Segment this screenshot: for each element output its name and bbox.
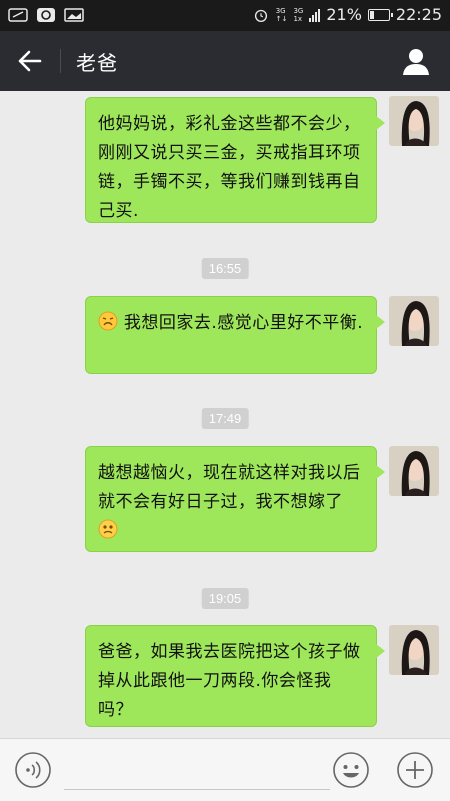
chat-title: 老爸	[76, 51, 118, 75]
back-arrow-icon[interactable]	[14, 45, 48, 77]
message-bubble-1[interactable]: 他妈妈说，彩礼金这些都不会少，刚刚又说只买三金，买戒指耳环项链，手镯不买，等我们…	[85, 97, 385, 223]
message-text-3: 越想越恼火，现在就这样对我以后就不会有好日子过，我不想嫁了	[98, 463, 361, 512]
battery-icon	[367, 8, 393, 21]
alarm-icon	[254, 9, 267, 22]
sender-avatar-4[interactable]	[389, 625, 439, 675]
image-notification-icon	[64, 8, 84, 22]
message-text-1: 他妈妈说，彩礼金这些都不会少，刚刚又说只买三金，买戒指耳环项链，手镯不买，等我们…	[98, 114, 361, 221]
emoji-picker-icon[interactable]	[332, 751, 370, 789]
clock: 22:25	[395, 5, 442, 24]
network-indicator-1: 3G ↑↓	[275, 6, 288, 23]
link-notification-icon	[8, 8, 28, 22]
message-bubble-4[interactable]: 爸爸，如果我去医院把这个孩子做掉从此跟他一刀两段.你会怪我吗？	[85, 625, 385, 727]
timestamp-1: 16:55	[201, 258, 249, 279]
network-indicator-2: 3G 1x	[293, 6, 304, 23]
message-input-bar	[0, 738, 450, 801]
message-text-4: 爸爸，如果我去医院把这个孩子做掉从此跟他一刀两段.你会怪我吗？	[98, 642, 361, 720]
battery-percent: 21%	[326, 5, 362, 24]
signal-icon	[309, 8, 321, 22]
status-bar: 3G ↑↓ 3G 1x 21% 22:25	[0, 0, 450, 31]
header-divider	[60, 49, 61, 73]
timestamp-2: 17:49	[201, 408, 249, 429]
contact-profile-icon[interactable]	[400, 45, 432, 77]
sender-avatar-2[interactable]	[389, 296, 439, 346]
more-options-plus-icon[interactable]	[396, 751, 434, 789]
message-bubble-3[interactable]: 越想越恼火，现在就这样对我以后就不会有好日子过，我不想嫁了	[85, 446, 385, 552]
frustrated-face-emoji-icon	[98, 311, 118, 331]
message-text-2: 我想回家去.感觉心里好不平衡.	[123, 313, 364, 333]
sender-avatar-1[interactable]	[389, 96, 439, 146]
sender-avatar-3[interactable]	[389, 446, 439, 496]
voice-input-icon[interactable]	[14, 751, 52, 789]
message-bubble-2[interactable]: 我想回家去.感觉心里好不平衡.	[85, 296, 385, 374]
timestamp-3: 19:05	[201, 588, 249, 609]
chat-header: 老爸	[0, 31, 450, 91]
sad-face-emoji-icon	[98, 519, 118, 539]
message-text-field[interactable]	[64, 753, 330, 790]
sync-notification-icon	[37, 8, 55, 22]
